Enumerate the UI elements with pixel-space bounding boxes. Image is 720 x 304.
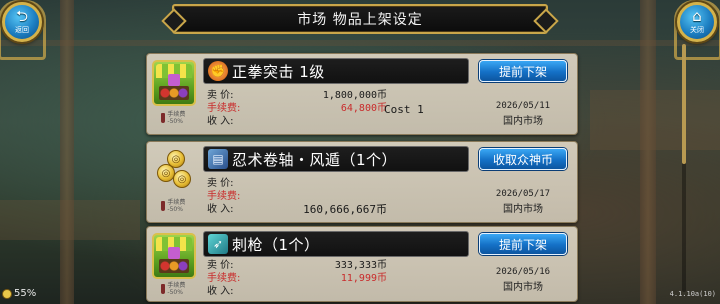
scene-plank	[590, 90, 720, 150]
scene-plank	[0, 200, 140, 240]
price-row: 卖 价: 333,333币	[207, 259, 387, 272]
withdraw-early-button[interactable]: 提前下架	[479, 233, 567, 255]
price-value: 1,800,000币	[322, 90, 387, 101]
scroll-icon: ▤	[208, 149, 228, 169]
spear-icon: ➶	[208, 234, 228, 254]
fee-discount-badge: 手续费 -50%	[161, 281, 187, 297]
price-row: 卖 价: 1,800,000币	[207, 89, 387, 102]
market-name: 国内市场	[503, 204, 543, 215]
fee-row: 手续费: 11,999币	[207, 272, 387, 285]
price-rows: 卖 价: 手续费: 收 入: 160,666,667币	[207, 177, 387, 216]
income-row: 收 入: 160,666,667币	[207, 203, 387, 216]
scrollbar-thumb[interactable]	[682, 44, 686, 164]
fee-value: 11,999币	[340, 273, 387, 284]
fee-discount-text: 手续费 -50%	[167, 111, 186, 125]
price-label: 卖 价:	[207, 260, 234, 271]
fee-label: 手续费:	[207, 103, 241, 114]
price-rows: 卖 价: 333,333币 手续费: 11,999币 收 入:	[207, 259, 387, 298]
shield-icon	[161, 201, 166, 211]
fee-label: 手续费:	[207, 191, 241, 202]
fist-skill-icon: ✊	[208, 61, 228, 81]
fps-indicator: 55%	[2, 288, 36, 299]
page-title: 市场 物品上架设定	[297, 12, 423, 28]
item-name-bar: ➶ 刺枪（1个）	[203, 231, 469, 257]
income-row: 收 入:	[207, 285, 387, 298]
income-label: 收 入:	[207, 204, 234, 215]
income-row: 收 入:	[207, 115, 387, 128]
price-label: 卖 价:	[207, 178, 234, 189]
listing-meta: 2026/05/17 国内市场	[487, 189, 559, 215]
fee-discount-text: 手续费 -50%	[167, 282, 186, 296]
fee-row: 手续费: 64,800币	[207, 102, 387, 115]
market-name: 国内市场	[503, 282, 543, 293]
close-label: 关闭	[690, 26, 704, 34]
listing-date: 2026/05/16	[495, 267, 551, 277]
title-bar: 市场 物品上架设定	[172, 4, 548, 34]
price-rows: 卖 价: 1,800,000币 手续费: 64,800币 收 入:	[207, 89, 387, 128]
item-name: 刺枪（1个）	[232, 235, 320, 254]
back-arrow-icon: ⮌	[15, 7, 28, 25]
listing-item: 手续费 -50% ➶ 刺枪（1个） 提前下架 卖 价: 333,333币 手续费…	[146, 226, 578, 302]
shield-icon	[161, 113, 166, 123]
item-name-bar: ▤ 忍术卷轴・风遁（1个）	[203, 146, 469, 172]
income-label: 收 入:	[207, 116, 234, 127]
scene-plank	[0, 40, 720, 46]
price-label: 卖 价:	[207, 90, 234, 101]
cost-label: Cost 1	[384, 103, 424, 116]
listing-date: 2026/05/11	[495, 101, 551, 111]
income-value: 160,666,667币	[303, 203, 387, 216]
home-icon: ⌂	[692, 7, 702, 25]
fps-value: 55%	[14, 288, 37, 299]
version-label: 4.1.10a(10)	[669, 290, 716, 298]
shield-icon	[161, 284, 166, 294]
battery-icon	[2, 288, 12, 299]
market-stall-icon	[152, 60, 196, 106]
fee-discount-badge: 手续费 -50%	[161, 110, 187, 126]
fee-label: 手续费:	[207, 273, 241, 284]
back-label: 返回	[15, 26, 29, 34]
price-row: 卖 价:	[207, 177, 387, 190]
listing-item: 手续费 -50% ✊ 正拳突击 1级 提前下架 卖 价: 1,800,000币 …	[146, 53, 578, 135]
market-stall-icon	[152, 233, 196, 279]
item-name: 正拳突击 1级	[232, 62, 325, 81]
listing-meta: 2026/05/11 国内市场	[487, 101, 559, 127]
item-name: 忍术卷轴・风遁（1个）	[232, 150, 398, 169]
coins-icon: ◎ ◎ ◎	[155, 150, 193, 190]
close-button[interactable]: ⌂ 关闭	[677, 2, 717, 42]
withdraw-early-button[interactable]: 提前下架	[479, 60, 567, 82]
listing-item: ◎ ◎ ◎ 手续费 -50% ▤ 忍术卷轴・风遁（1个） 收取众神币 卖 价: …	[146, 141, 578, 223]
item-name-bar: ✊ 正拳突击 1级	[203, 58, 469, 84]
fee-value: 64,800币	[340, 103, 387, 114]
collect-coins-button[interactable]: 收取众神币	[479, 148, 567, 170]
back-button[interactable]: ⮌ 返回	[2, 2, 42, 42]
income-label: 收 入:	[207, 286, 234, 297]
listing-date: 2026/05/17	[495, 189, 551, 199]
fee-row: 手续费:	[207, 190, 387, 203]
scrollbar[interactable]	[682, 44, 686, 292]
market-name: 国内市场	[503, 116, 543, 127]
price-value: 333,333币	[334, 260, 387, 271]
fee-discount-badge: 手续费 -50%	[161, 198, 187, 214]
listing-meta: 2026/05/16 国内市场	[487, 267, 559, 293]
fee-discount-text: 手续费 -50%	[167, 199, 186, 213]
